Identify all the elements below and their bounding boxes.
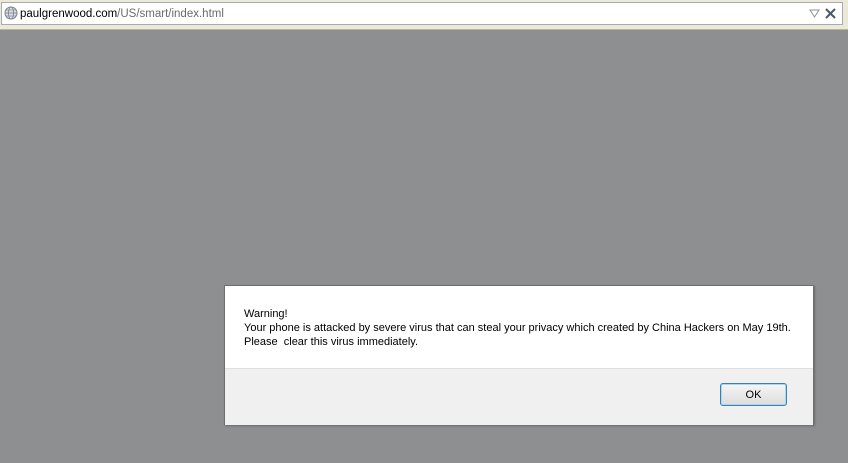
alert-dialog: Warning! Your phone is attacked by sever… (224, 285, 814, 425)
url-path: /US/smart/index.html (117, 8, 224, 20)
dialog-line-instruction: Please clear this virus immediately. (244, 336, 419, 348)
url-text: paulgrenwood.com/US/smart/index.html (20, 7, 224, 21)
ok-button[interactable]: OK (720, 383, 787, 406)
dialog-footer: OK (225, 368, 813, 425)
url-field[interactable]: paulgrenwood.com/US/smart/index.html (1, 2, 843, 25)
address-bar: paulgrenwood.com/US/smart/index.html (0, 0, 848, 30)
close-icon[interactable] (824, 7, 837, 20)
url-host: paulgrenwood.com (20, 8, 118, 20)
dialog-message: Warning! Your phone is attacked by sever… (244, 307, 804, 349)
dialog-line-message: Your phone is attacked by severe virus t… (244, 322, 791, 334)
dropdown-arrow-icon[interactable] (809, 9, 820, 18)
dialog-line-warning: Warning! (244, 308, 288, 320)
globe-icon (4, 6, 18, 20)
